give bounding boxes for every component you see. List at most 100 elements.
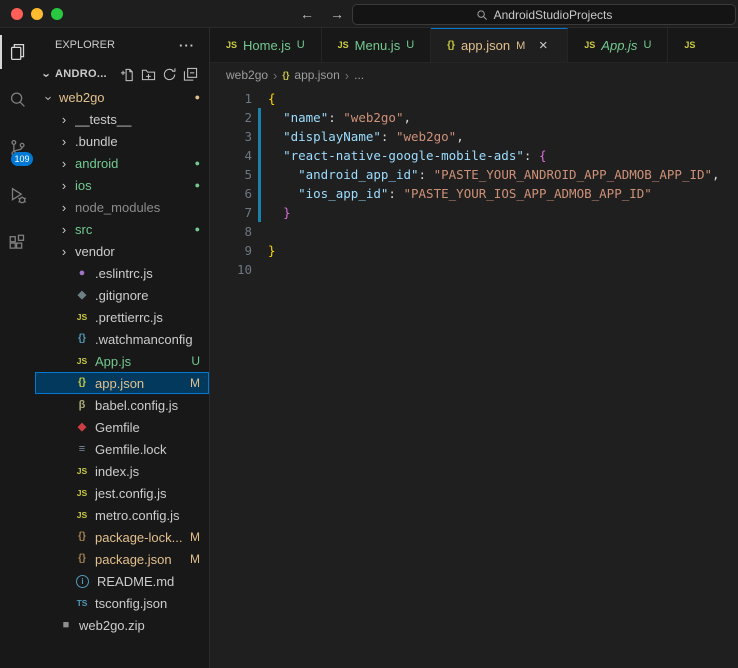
code-line[interactable]: 9} — [210, 241, 738, 260]
breadcrumb-file[interactable]: app.json — [294, 68, 339, 82]
file-package-lock...[interactable]: {}package-lock...M — [35, 526, 209, 548]
git-status-letter: U — [191, 354, 200, 368]
file-jest.config.js[interactable]: JSjest.config.js — [35, 482, 209, 504]
json-dim-icon: {} — [73, 532, 91, 542]
code-area[interactable]: 1{2 "name": "web2go",3 "displayName": "w… — [210, 87, 738, 668]
item-label: index.js — [95, 464, 200, 479]
code-line[interactable]: 1{ — [210, 89, 738, 108]
activity-search[interactable] — [0, 76, 35, 124]
file-.prettierrc.js[interactable]: JS.prettierrc.js — [35, 306, 209, 328]
file-package.json[interactable]: {}package.jsonM — [35, 548, 209, 570]
code-line[interactable]: 6 "ios_app_id": "PASTE_YOUR_IOS_APP_ADMO… — [210, 184, 738, 203]
code-line[interactable]: 4 "react-native-google-mobile-ads": { — [210, 146, 738, 165]
line-number: 3 — [210, 127, 252, 146]
workspace-section-header[interactable]: › ANDRO... — [35, 62, 209, 86]
code-line[interactable]: 3 "displayName": "web2go", — [210, 127, 738, 146]
js-icon: JS — [73, 357, 91, 366]
code-line[interactable]: 5 "android_app_id": "PASTE_YOUR_ANDROID_… — [210, 165, 738, 184]
activity-bar: 109 — [0, 28, 35, 668]
item-label: README.md — [97, 574, 200, 589]
line-number: 6 — [210, 184, 252, 203]
item-label: .prettierrc.js — [95, 310, 200, 325]
file-metro.config.js[interactable]: JSmetro.config.js — [35, 504, 209, 526]
folder-ios[interactable]: ›ios● — [35, 174, 209, 196]
chevron-right-icon: › — [273, 68, 277, 83]
file-.gitignore[interactable]: ◆.gitignore — [35, 284, 209, 306]
activity-source-control[interactable]: 109 — [0, 124, 35, 172]
code-line[interactable]: 8 — [210, 222, 738, 241]
folder-web2go[interactable]: ›web2go● — [35, 86, 209, 108]
file-web2go.zip[interactable]: ■web2go.zip — [35, 614, 209, 636]
more-actions-icon[interactable]: ··· — [179, 38, 195, 53]
code-text: "name": "web2go", — [268, 108, 411, 127]
editor-group: JSHome.jsUJSMenu.jsU{}app.jsonM×JSApp.js… — [210, 28, 738, 668]
tab-partial[interactable]: JS — [668, 28, 738, 62]
item-label: package.json — [95, 552, 190, 567]
activity-run-debug[interactable] — [0, 172, 35, 220]
breadcrumb-symbol[interactable]: ... — [354, 68, 364, 82]
folder-.bundle[interactable]: ›.bundle — [35, 130, 209, 152]
tab-label: app.json — [461, 38, 510, 53]
activity-explorer[interactable] — [0, 28, 35, 76]
scm-badge: 109 — [11, 152, 33, 166]
file-.watchmanconfig[interactable]: {}.watchmanconfig — [35, 328, 209, 350]
git-modified-gutter — [252, 127, 268, 146]
js-icon: JS — [584, 41, 595, 50]
chevron-right-icon: › — [57, 200, 71, 215]
chevron-down-icon: › — [39, 68, 54, 82]
code-line[interactable]: 7 } — [210, 203, 738, 222]
file-Gemfile[interactable]: ◆Gemfile — [35, 416, 209, 438]
breadcrumb-folder[interactable]: web2go — [226, 68, 268, 82]
code-line[interactable]: 2 "name": "web2go", — [210, 108, 738, 127]
tab-Menu.js[interactable]: JSMenu.jsU — [322, 28, 432, 62]
file-index.js[interactable]: JSindex.js — [35, 460, 209, 482]
maximize-button[interactable] — [51, 8, 63, 20]
js-icon: JS — [226, 41, 237, 50]
file-Gemfile.lock[interactable]: ≡Gemfile.lock — [35, 438, 209, 460]
folder-__tests__[interactable]: ›__tests__ — [35, 108, 209, 130]
info-icon: i — [76, 575, 89, 588]
minimize-button[interactable] — [31, 8, 43, 20]
forward-icon[interactable]: → — [330, 6, 344, 22]
file-app.json[interactable]: {}app.jsonM — [35, 372, 209, 394]
window-controls — [11, 8, 63, 20]
search-icon — [7, 89, 29, 111]
item-label: .bundle — [75, 134, 200, 149]
tab-app.json[interactable]: {}app.jsonM× — [431, 28, 568, 62]
git-modified-gutter — [252, 165, 268, 184]
folder-vendor[interactable]: ›vendor — [35, 240, 209, 262]
file-tree: ›web2go●›__tests__›.bundle›android●›ios●… — [35, 86, 209, 668]
file-README.md[interactable]: i README.md — [35, 570, 209, 592]
close-button[interactable] — [11, 8, 23, 20]
tab-bar: JSHome.jsUJSMenu.jsU{}app.jsonM×JSApp.js… — [210, 28, 738, 63]
git-status-dot: ● — [195, 225, 200, 234]
item-label: src — [75, 222, 195, 237]
chevron-right-icon: › — [57, 222, 71, 237]
search-icon — [476, 9, 488, 21]
close-icon[interactable]: × — [535, 38, 551, 53]
folder-src[interactable]: › src● — [35, 218, 209, 240]
code-line[interactable]: 10 — [210, 260, 738, 279]
activity-extensions[interactable] — [0, 220, 35, 268]
folder-android[interactable]: ›android● — [35, 152, 209, 174]
command-center[interactable]: AndroidStudioProjects — [352, 4, 736, 25]
git-status-letter: U — [406, 39, 414, 51]
breadcrumb: web2go › {} app.json › ... — [210, 63, 738, 87]
git-status-letter: M — [190, 376, 200, 390]
new-file-icon[interactable] — [119, 66, 136, 83]
new-folder-icon[interactable] — [140, 66, 157, 83]
file-App.js[interactable]: JSApp.jsU — [35, 350, 209, 372]
js-icon: JS — [338, 41, 349, 50]
file-babel.config.js[interactable]: βbabel.config.js — [35, 394, 209, 416]
file-tsconfig.json[interactable]: TStsconfig.json — [35, 592, 209, 614]
history-nav: ← → — [300, 0, 344, 27]
collapse-all-icon[interactable] — [182, 66, 199, 83]
tab-Home.js[interactable]: JSHome.jsU — [210, 28, 322, 62]
refresh-icon[interactable] — [161, 66, 178, 83]
run-debug-icon — [7, 185, 29, 207]
chevron-right-icon: › — [57, 244, 71, 259]
tab-App.js[interactable]: JSApp.jsU — [568, 28, 668, 62]
back-icon[interactable]: ← — [300, 6, 314, 22]
file-.eslintrc.js[interactable]: ●.eslintrc.js — [35, 262, 209, 284]
folder-node_modules[interactable]: ›node_modules — [35, 196, 209, 218]
